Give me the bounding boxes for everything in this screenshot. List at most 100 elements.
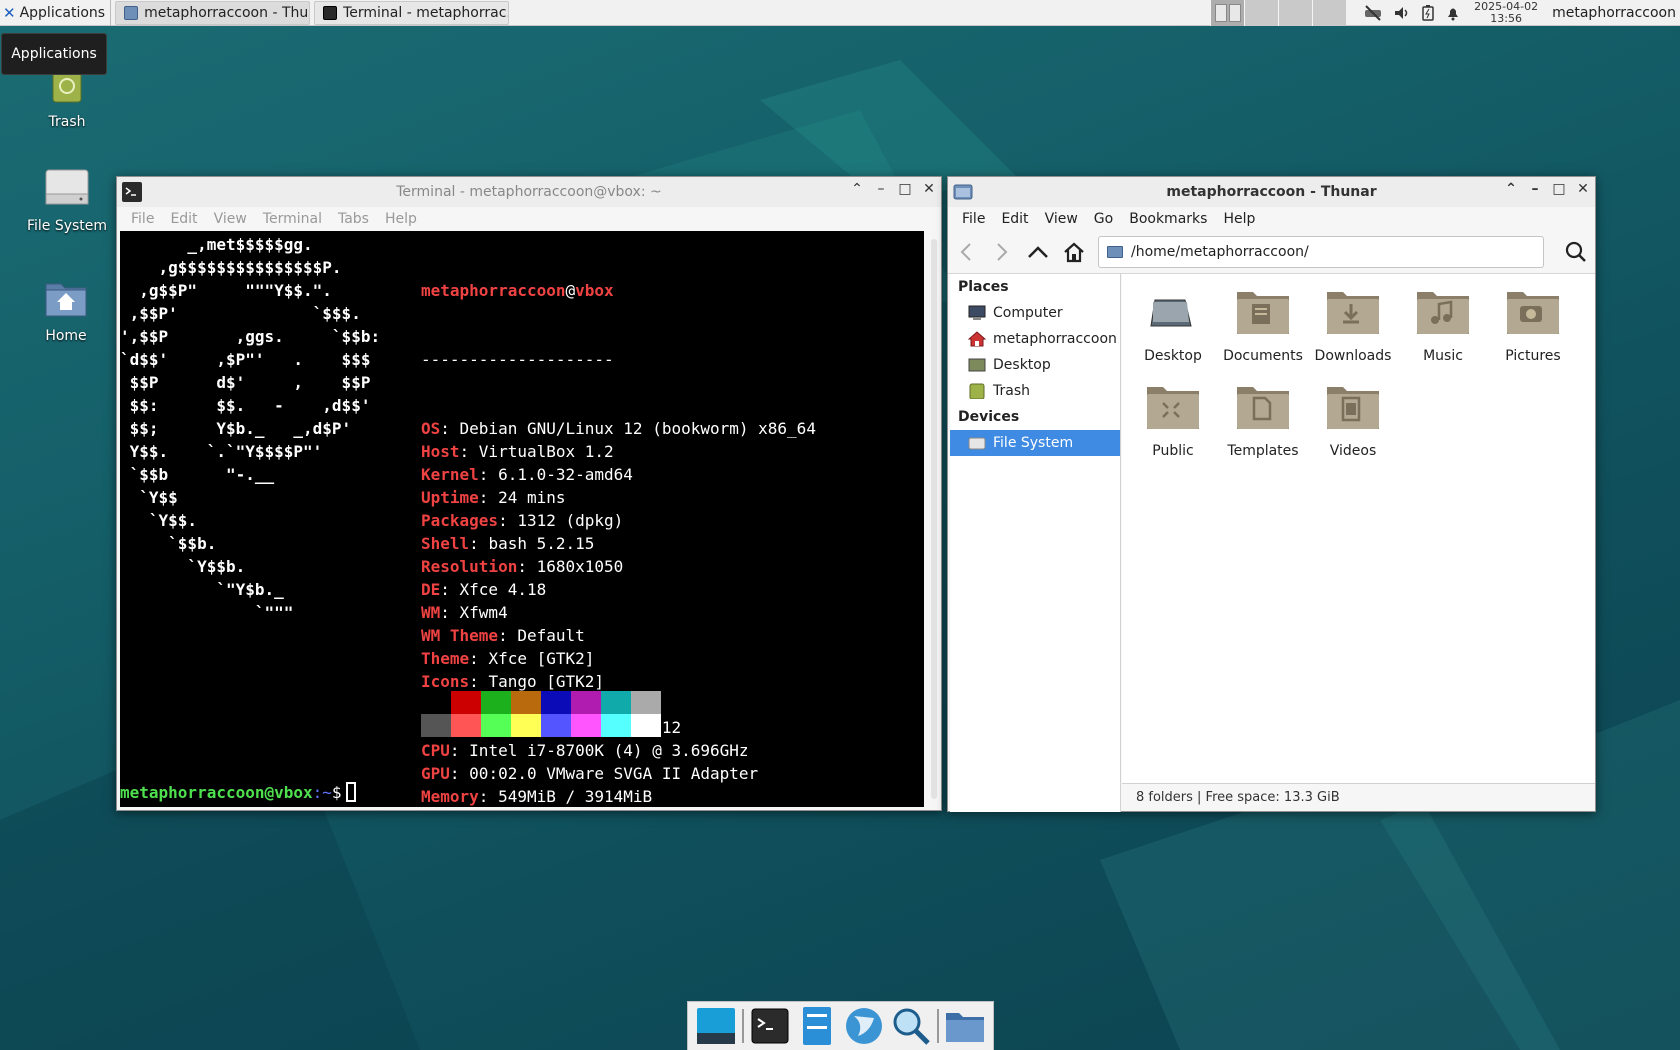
ascii-line: `Y$$b. (120, 557, 246, 576)
show-desktop-icon (696, 1008, 735, 1044)
workspace-1[interactable] (1210, 0, 1245, 26)
workspace-4[interactable] (1312, 0, 1347, 26)
terminal-launcher[interactable] (749, 1005, 791, 1047)
sidebar-item-label: Desktop (993, 357, 1051, 373)
panel-right: 2025-04-02 13:56 metaphorraccoon (1210, 0, 1680, 26)
battery-icon[interactable] (1422, 5, 1434, 21)
forward-button[interactable] (990, 240, 1014, 264)
info-separator: -------------------- (421, 350, 614, 369)
menu-bookmarks[interactable]: Bookmarks (1121, 211, 1215, 227)
info-key: GPU (421, 764, 450, 783)
location-path: /home/metaphorraccoon/ (1131, 244, 1309, 260)
volume-icon[interactable] (1394, 5, 1410, 21)
desktop-icon-home[interactable]: Home (6, 276, 126, 344)
chevron-right-icon (997, 243, 1008, 261)
sidebar-item-label: Trash (993, 383, 1030, 399)
search-button[interactable] (1564, 240, 1588, 264)
thunar-titlebar[interactable]: metaphorraccoon - Thunar ⌃ – □ ✕ (948, 177, 1595, 207)
folder-icon (946, 1013, 985, 1042)
menu-edit[interactable]: Edit (162, 211, 205, 227)
desktop-icon-file-system[interactable]: File System (7, 166, 127, 234)
menu-go[interactable]: Go (1086, 211, 1121, 227)
terminal-scrollbar[interactable] (931, 239, 937, 799)
parent-folder-button[interactable] (1026, 240, 1050, 264)
folder-item[interactable]: Videos (1308, 381, 1398, 459)
info-row: Theme: Xfce [GTK2] (421, 649, 595, 668)
menu-view[interactable]: View (1037, 211, 1086, 227)
ascii-line: ,g$$$$$$$$$$$$$$$P. (120, 258, 342, 277)
location-bar[interactable]: /home/metaphorraccoon/ (1098, 236, 1544, 268)
maximize-button[interactable]: □ (1551, 181, 1567, 197)
info-key: Resolution (421, 557, 518, 576)
folder-item[interactable]: Music (1398, 286, 1488, 364)
info-row: OS: Debian GNU/Linux 12 (bookworm) x86_6… (421, 419, 816, 438)
taskbar-item-thunar[interactable]: metaphorraccoon - Thu... (115, 0, 311, 25)
palette-swatch (631, 714, 661, 737)
workspace-2[interactable] (1244, 0, 1279, 26)
close-button[interactable]: ✕ (921, 181, 937, 197)
menu-file[interactable]: File (123, 211, 162, 227)
folder-item[interactable]: Desktop (1128, 286, 1218, 364)
folder-launcher[interactable] (944, 1005, 986, 1047)
file-manager-launcher[interactable] (796, 1005, 838, 1047)
folder-icon (124, 5, 139, 20)
sidebar-item-computer[interactable]: Computer (950, 300, 1120, 326)
info-key: Shell (421, 534, 470, 553)
desktop-icon-label: Trash (48, 114, 86, 130)
menu-terminal[interactable]: Terminal (255, 211, 330, 227)
minimize-button[interactable]: – (1527, 181, 1543, 197)
folder-item[interactable]: Downloads (1308, 286, 1398, 364)
folder-item[interactable]: Templates (1218, 381, 1308, 459)
applications-menu-button[interactable]: ✕ Applications (0, 0, 112, 26)
web-browser-launcher[interactable] (843, 1005, 885, 1047)
notification-bell-icon[interactable] (1446, 5, 1460, 21)
app-finder-launcher[interactable] (890, 1005, 932, 1047)
minimize-button[interactable]: – (873, 181, 889, 197)
close-button[interactable]: ✕ (1575, 181, 1591, 197)
folder-item[interactable]: Documents (1218, 286, 1308, 364)
maximize-button[interactable]: □ (897, 181, 913, 197)
network-disconnected-icon[interactable] (1364, 5, 1382, 21)
folder-icon (953, 184, 973, 200)
sidebar-item-trash[interactable]: Trash (950, 378, 1120, 404)
home-button[interactable] (1062, 240, 1086, 264)
window-controls: ⌃ – □ ✕ (1503, 181, 1591, 197)
clock[interactable]: 2025-04-02 13:56 (1474, 1, 1538, 25)
folder-item[interactable]: Public (1128, 381, 1218, 459)
sidebar-item-home[interactable]: metaphorraccoon (950, 326, 1120, 352)
info-key: Host (421, 442, 460, 461)
menu-view[interactable]: View (206, 211, 255, 227)
ascii-line: _,met$$$$$gg. (120, 235, 313, 254)
menu-tabs[interactable]: Tabs (330, 211, 377, 227)
folder-item[interactable]: Pictures (1488, 286, 1578, 364)
desktop-icon (968, 358, 986, 372)
menu-file[interactable]: File (954, 211, 993, 227)
applications-tooltip: Applications (1, 33, 107, 75)
ascii-line: $$: $$. - ,d$$' (120, 396, 371, 415)
shade-button[interactable]: ⌃ (1503, 181, 1519, 197)
folder-label: Pictures (1505, 348, 1561, 364)
info-value: Tango [GTK2] (488, 672, 605, 691)
sidebar-item-file-system[interactable]: File System (950, 430, 1120, 456)
ascii-line: $$; Y$b._ _,d$P' (120, 419, 352, 438)
info-value: 00:02.0 VMware SVGA II Adapter (469, 764, 759, 783)
user-menu[interactable]: metaphorraccoon (1552, 5, 1676, 21)
palette-swatch (511, 691, 541, 714)
menu-help[interactable]: Help (377, 211, 425, 227)
terminal-output[interactable]: _,met$$$$$gg. ,g$$$$$$$$$$$$$$$P. ,g$$P"… (120, 231, 924, 807)
status-bar: 8 folders | Free space: 13.3 GiB (1122, 783, 1595, 811)
taskbar-item-terminal[interactable]: Terminal - metaphorrac... (314, 0, 510, 25)
back-button[interactable] (954, 240, 978, 264)
desktop-icon-label: File System (26, 218, 108, 234)
info-row: GPU: 00:02.0 VMware SVGA II Adapter (421, 764, 759, 783)
workspace-3[interactable] (1278, 0, 1313, 26)
shade-button[interactable]: ⌃ (849, 181, 865, 197)
show-desktop-button[interactable] (695, 1005, 737, 1047)
palette-swatch (481, 691, 511, 714)
menu-edit[interactable]: Edit (993, 211, 1036, 227)
sidebar-item-desktop[interactable]: Desktop (950, 352, 1120, 378)
info-key: Icons (421, 672, 470, 691)
file-manager-icon (802, 1007, 831, 1045)
menu-help[interactable]: Help (1215, 211, 1263, 227)
terminal-titlebar[interactable]: Terminal - metaphorraccoon@vbox: ~ ⌃ – □… (117, 177, 941, 207)
